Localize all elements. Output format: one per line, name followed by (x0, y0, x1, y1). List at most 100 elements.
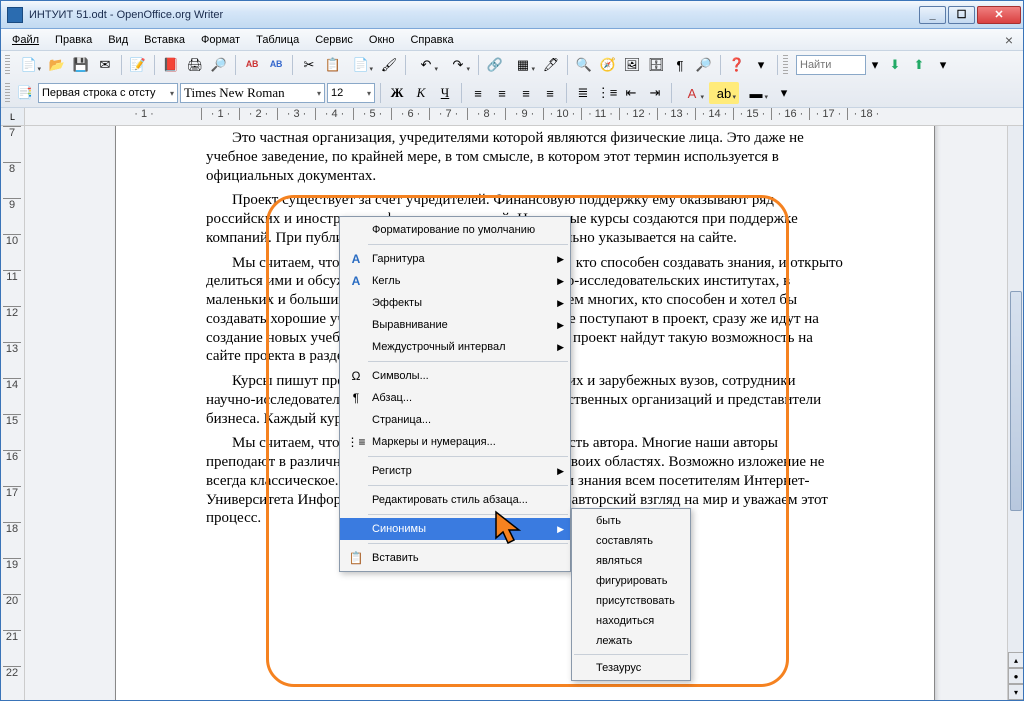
vertical-scrollbar[interactable]: ▴ ● ▾ (1007, 126, 1023, 700)
synonym-item[interactable]: составлять (572, 531, 690, 551)
ctx-kegl[interactable]: A Кегль▶ (340, 270, 570, 292)
find-next-button[interactable]: ⬇ (884, 54, 906, 76)
italic-button[interactable]: К (410, 82, 432, 104)
new-document-button[interactable]: 📄 (14, 54, 44, 76)
ctx-bullets[interactable]: ⋮≡ Маркеры и нумерация... (340, 431, 570, 453)
bullets-button[interactable]: ⋮≡ (596, 82, 618, 104)
scroll-browse[interactable]: ● (1008, 668, 1023, 684)
ctx-synonyms[interactable]: Синонимы▶ (340, 518, 570, 540)
paste-icon: 📋 (344, 551, 368, 565)
find-overflow[interactable]: ▾ (932, 54, 954, 76)
close-button[interactable]: ✕ (977, 6, 1021, 24)
ctx-page[interactable]: Страница... (340, 409, 570, 431)
data-sources-button[interactable]: 🗄 (645, 54, 667, 76)
menu-edit[interactable]: Правка (48, 32, 99, 48)
maximize-button[interactable]: ☐ (948, 6, 975, 24)
menu-tools[interactable]: Сервис (308, 32, 360, 48)
menu-help[interactable]: Справка (403, 32, 460, 48)
hyperlink-button[interactable]: 🔗 (484, 54, 506, 76)
align-center-button[interactable]: ≡ (491, 82, 513, 104)
horizontal-ruler[interactable]: L · 1 ·· 1 ·· 2 ·· 3 ·· 4 ·· 5 ·· 6 ·· 7… (1, 108, 1023, 126)
autospell-button[interactable]: ᴬᴮ (265, 54, 287, 76)
ctx-default-formatting[interactable]: Форматирование по умолчанию (340, 219, 570, 241)
ctx-symbols[interactable]: Ω Символы... (340, 365, 570, 387)
ctx-effects[interactable]: Эффекты▶ (340, 292, 570, 314)
edit-mode-button[interactable]: 📝 (127, 54, 149, 76)
find-input[interactable] (796, 55, 866, 75)
doc-close-icon[interactable]: × (999, 32, 1019, 48)
menu-table[interactable]: Таблица (249, 32, 306, 48)
find-prev-button[interactable]: ⬆ (908, 54, 930, 76)
align-left-button[interactable]: ≡ (467, 82, 489, 104)
font-size-combo[interactable]: 12 ▾ (327, 83, 375, 103)
toolbar-overflow[interactable]: ▾ (750, 54, 772, 76)
scroll-prev-page[interactable]: ▴ (1008, 652, 1023, 668)
scroll-thumb[interactable] (1010, 291, 1022, 511)
ctx-edit-style[interactable]: Редактировать стиль абзаца... (340, 489, 570, 511)
align-right-button[interactable]: ≡ (515, 82, 537, 104)
synonym-item[interactable]: быть (572, 511, 690, 531)
menu-view[interactable]: Вид (101, 32, 135, 48)
ctx-paste[interactable]: 📋 Вставить (340, 547, 570, 569)
navigator-button[interactable]: 🧭 (597, 54, 619, 76)
minimize-button[interactable]: _ (919, 6, 946, 24)
ctx-linespacing[interactable]: Междустрочный интервал▶ (340, 336, 570, 358)
background-color-button[interactable]: ▬ (741, 82, 771, 104)
gallery-button[interactable]: 🖼 (621, 54, 643, 76)
font-color-button[interactable]: A (677, 82, 707, 104)
ruler-corner: L (1, 108, 25, 125)
menu-insert[interactable]: Вставка (137, 32, 192, 48)
synonym-item[interactable]: лежать (572, 631, 690, 651)
ctx-alignment[interactable]: Выравнивание▶ (340, 314, 570, 336)
increase-indent-button[interactable]: ⇥ (644, 82, 666, 104)
format-paintbrush-button[interactable]: 🖌 (378, 54, 400, 76)
align-justify-button[interactable]: ≡ (539, 82, 561, 104)
table-button[interactable]: ▦ (508, 54, 538, 76)
ctx-register[interactable]: Регистр▶ (340, 460, 570, 482)
format-toolbar-handle[interactable] (5, 83, 10, 103)
print-preview-button[interactable]: 🔎 (208, 54, 230, 76)
styles-button[interactable]: 📑 (14, 82, 36, 104)
format-overflow[interactable]: ▾ (773, 82, 795, 104)
ctx-garnitura[interactable]: A Гарнитура▶ (340, 248, 570, 270)
zoom-button[interactable]: 🔎 (693, 54, 715, 76)
synonym-item[interactable]: являться (572, 551, 690, 571)
highlight-color-button[interactable]: ab (709, 82, 739, 104)
decrease-indent-button[interactable]: ⇤ (620, 82, 642, 104)
copy-button[interactable]: 📋 (322, 54, 344, 76)
scroll-next-page[interactable]: ▾ (1008, 684, 1023, 700)
open-button[interactable]: 📂 (46, 54, 68, 76)
synonym-item[interactable]: находиться (572, 611, 690, 631)
standard-toolbar: 📄 📂 💾 ✉ 📝 📕 🖨 🔎 ᴬᴮ ᴬᴮ ✂ 📋 📄 🖌 ↶ ↷ 🔗 ▦ � (1, 51, 1023, 79)
email-button[interactable]: ✉ (94, 54, 116, 76)
find-dropdown[interactable]: ▾ (868, 54, 882, 76)
ctx-paragraph[interactable]: ¶ Абзац... (340, 387, 570, 409)
numbering-button[interactable]: ≣ (572, 82, 594, 104)
show-draw-button[interactable]: 🖊 (540, 54, 562, 76)
menu-file[interactable]: Файл (5, 32, 46, 48)
spellcheck-button[interactable]: ᴬᴮ (241, 54, 263, 76)
paragraph-style-combo[interactable]: Первая строка с отсту ▾ (38, 83, 178, 103)
print-button[interactable]: 🖨 (184, 54, 206, 76)
redo-button[interactable]: ↷ (443, 54, 473, 76)
bold-button[interactable]: Ж (386, 82, 408, 104)
help-button[interactable]: ❓ (726, 54, 748, 76)
synonym-item[interactable]: присутствовать (572, 591, 690, 611)
find-toolbar-handle[interactable] (783, 55, 788, 75)
font-name-combo[interactable]: Times New Roman ▾ (180, 83, 325, 103)
vertical-ruler[interactable]: 78910111213141516171819202122 (1, 126, 25, 700)
thesaurus-item[interactable]: Тезаурус (572, 658, 690, 678)
menu-window[interactable]: Окно (362, 32, 402, 48)
paste-button[interactable]: 📄 (346, 54, 376, 76)
synonym-item[interactable]: фигурировать (572, 571, 690, 591)
nonprinting-chars-button[interactable]: ¶ (669, 54, 691, 76)
find-replace-button[interactable]: 🔍 (573, 54, 595, 76)
export-pdf-button[interactable]: 📕 (160, 54, 182, 76)
menu-format[interactable]: Формат (194, 32, 247, 48)
save-button[interactable]: 💾 (70, 54, 92, 76)
paragraph[interactable]: Это частная организация, учредителями ко… (206, 129, 844, 185)
undo-button[interactable]: ↶ (411, 54, 441, 76)
cut-button[interactable]: ✂ (298, 54, 320, 76)
toolbar-handle[interactable] (5, 55, 10, 75)
underline-button[interactable]: Ч (434, 82, 456, 104)
